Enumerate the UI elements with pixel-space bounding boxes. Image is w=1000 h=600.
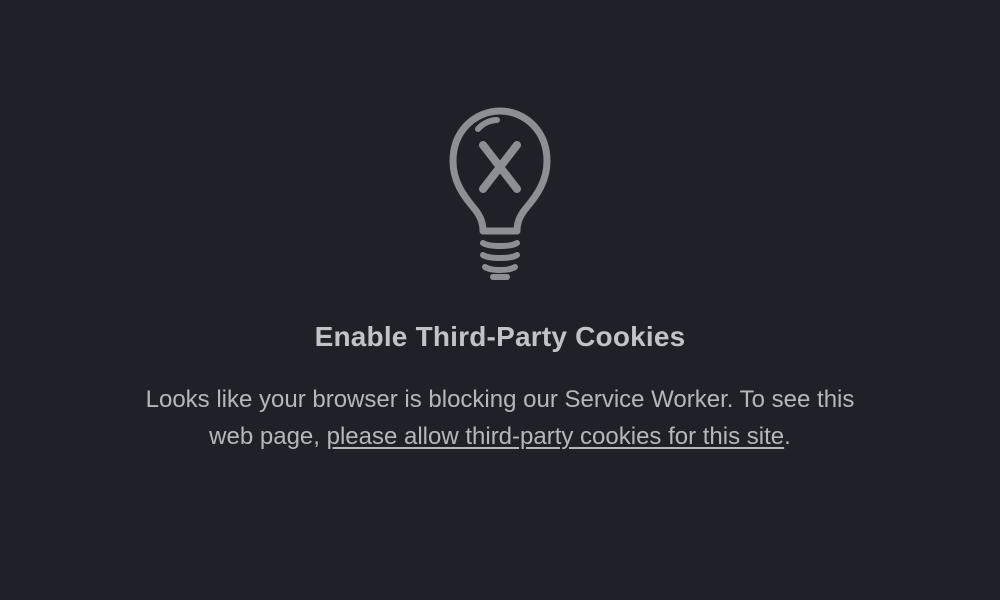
notice-message: Looks like your browser is blocking our … xyxy=(140,381,860,455)
notice-message-suffix: . xyxy=(784,423,791,450)
cookie-notice-container: Enable Third-Party Cookies Looks like yo… xyxy=(100,105,900,455)
lightbulb-x-icon xyxy=(445,105,555,285)
allow-cookies-link[interactable]: please allow third-party cookies for thi… xyxy=(327,423,785,450)
notice-heading: Enable Third-Party Cookies xyxy=(315,321,686,353)
